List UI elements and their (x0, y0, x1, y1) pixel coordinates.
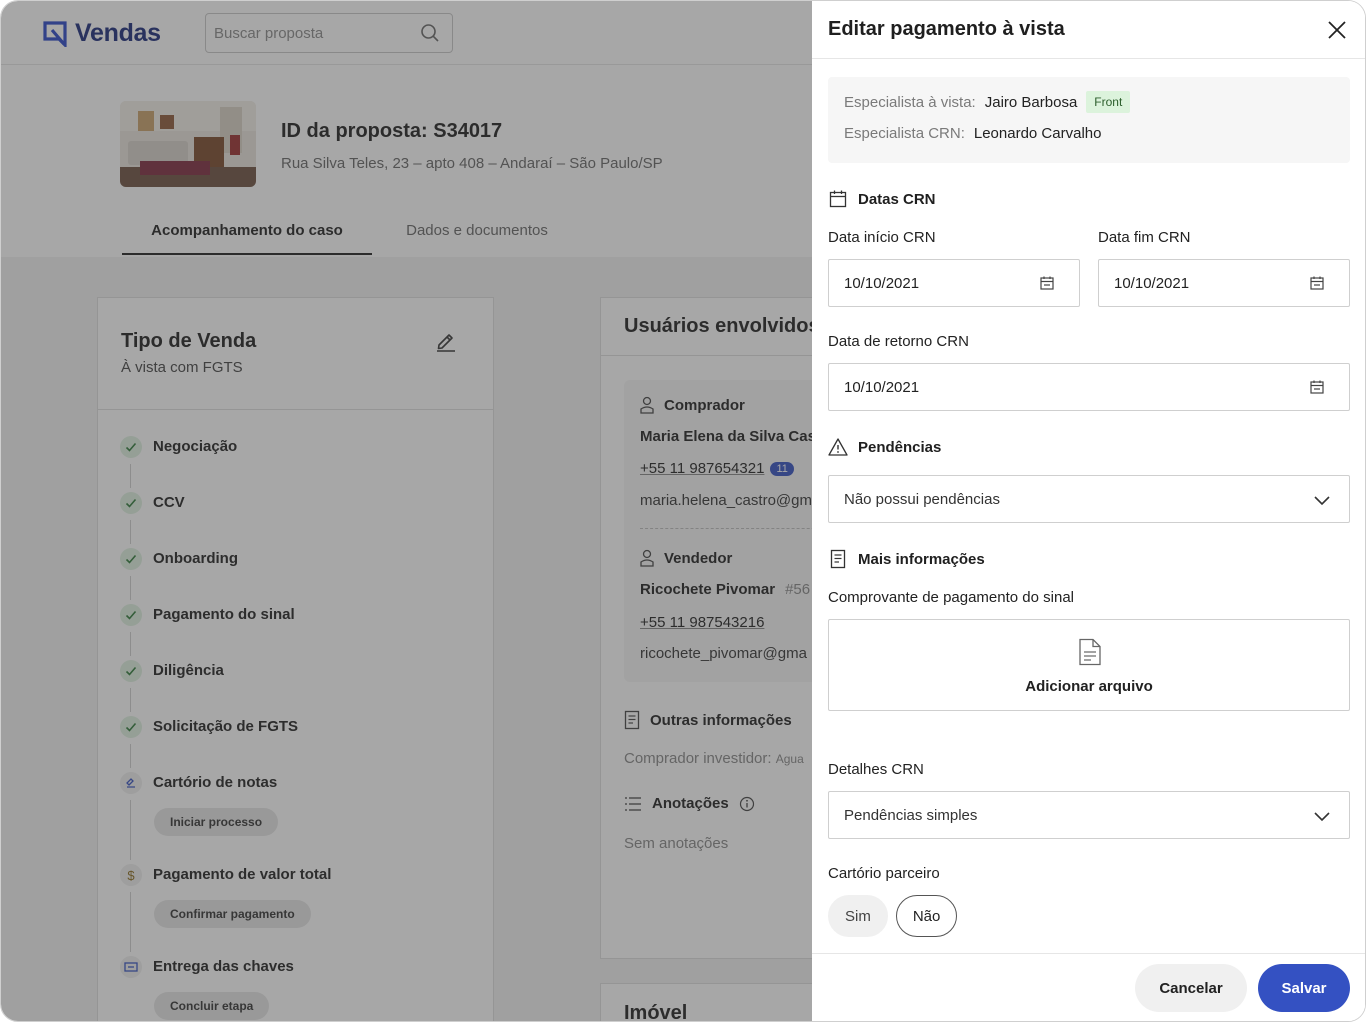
crn-specialist-name: Leonardo Carvalho (973, 125, 1102, 142)
crn-details-label: Detalhes CRN (828, 761, 924, 778)
drawer-header: Editar pagamento à vista (812, 1, 1365, 59)
crn-specialist-label: Especialista CRN: (844, 125, 965, 142)
end-date-field[interactable]: 10/10/2021 (1098, 259, 1350, 307)
dates-section: Datas CRN (828, 189, 936, 209)
modal-overlay[interactable] (1, 1, 812, 1021)
add-file-label[interactable]: Adicionar arquivo (829, 678, 1349, 695)
file-upload-area[interactable]: Adicionar arquivo (828, 619, 1350, 711)
chevron-down-icon (1314, 496, 1330, 506)
partner-toggle: Sim Não (828, 895, 958, 937)
drawer-footer: Cancelar Salvar (812, 953, 1365, 1021)
return-date-label: Data de retorno CRN (828, 333, 969, 350)
more-info-title: Mais informações (858, 550, 985, 568)
calendar-icon (829, 190, 847, 208)
start-date-value: 10/10/2021 (844, 274, 920, 292)
calendar-icon[interactable] (1309, 275, 1325, 291)
drawer-title: Editar pagamento à vista (828, 18, 1065, 40)
cancel-button[interactable]: Cancelar (1135, 964, 1247, 1012)
specialist-label: Especialista à vista: (844, 93, 976, 111)
specialists-box: Especialista à vista: Jairo Barbosa Fron… (828, 77, 1350, 163)
return-date-field[interactable]: 10/10/2021 (828, 363, 1350, 411)
start-date-label: Data início CRN (828, 229, 936, 246)
end-date-label: Data fim CRN (1098, 229, 1191, 246)
specialist-tag: Front (1086, 91, 1131, 113)
partner-option-nao[interactable]: Não (895, 895, 958, 937)
crn-details-value: Pendências simples (844, 806, 978, 824)
pending-section-title: Pendências (858, 438, 942, 456)
drawer-body: Especialista à vista: Jairo Barbosa Fron… (812, 59, 1365, 953)
app-window: Vendas Buscar proposta ID da proposta: S… (0, 0, 1366, 1022)
specialist-row: Especialista à vista: Jairo Barbosa Fron… (844, 91, 1131, 113)
receipt-label: Comprovante de pagamento do sinal (828, 589, 1074, 606)
specialist-name: Jairo Barbosa (984, 93, 1078, 111)
pending-select[interactable]: Não possui pendências (828, 475, 1350, 523)
calendar-icon[interactable] (1039, 275, 1055, 291)
file-icon (1079, 638, 1101, 666)
crn-specialist-row: Especialista CRN: Leonardo Carvalho (844, 125, 1101, 142)
warning-icon (828, 438, 848, 456)
end-date-value: 10/10/2021 (1114, 274, 1190, 292)
edit-payment-drawer: Editar pagamento à vista Especialista à … (812, 1, 1365, 1021)
pending-select-value: Não possui pendências (844, 490, 1000, 508)
calendar-icon[interactable] (1309, 379, 1325, 395)
document-icon (830, 549, 846, 569)
partner-option-sim[interactable]: Sim (828, 895, 888, 937)
dates-section-title: Datas CRN (858, 190, 936, 208)
more-info-section: Mais informações (828, 549, 985, 569)
chevron-down-icon (1314, 812, 1330, 822)
return-date-value: 10/10/2021 (844, 378, 920, 396)
partner-label: Cartório parceiro (828, 865, 940, 882)
crn-details-select[interactable]: Pendências simples (828, 791, 1350, 839)
close-icon[interactable] (1325, 18, 1349, 42)
pending-section: Pendências (828, 437, 941, 457)
save-button[interactable]: Salvar (1258, 964, 1350, 1012)
start-date-field[interactable]: 10/10/2021 (828, 259, 1080, 307)
